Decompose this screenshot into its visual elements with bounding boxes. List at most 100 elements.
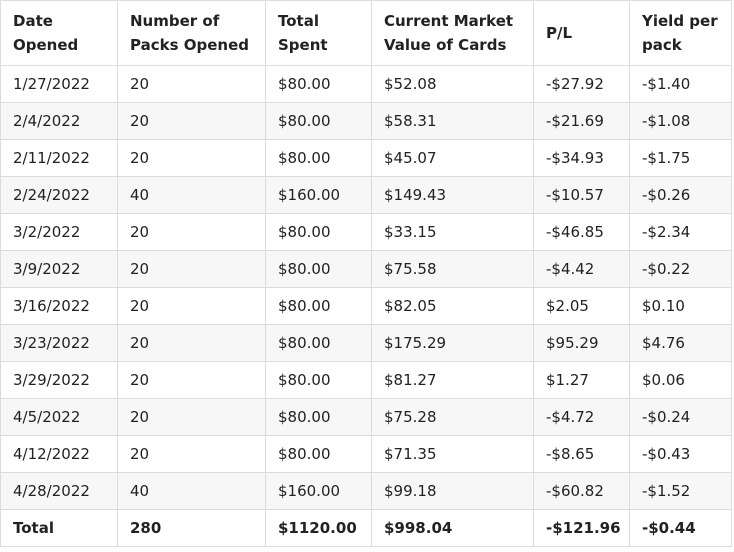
cell-spent: $80.00 [265,435,372,473]
cell-value: $81.27 [371,361,534,399]
cell-yield: -$0.24 [629,398,732,436]
table-body: 1/27/2022 20 $80.00 $52.08 -$27.92 -$1.4… [0,65,732,547]
total-spent: $1120.00 [265,509,372,547]
table-header: Date Opened Number of Packs Opened Total… [0,0,732,66]
cell-packs: 20 [117,213,266,251]
cell-date: 1/27/2022 [0,65,118,103]
table-row: 3/9/2022 20 $80.00 $75.58 -$4.42 -$0.22 [0,250,732,288]
cell-pl: -$27.92 [533,65,630,103]
cell-yield: -$0.43 [629,435,732,473]
cell-date: 3/16/2022 [0,287,118,325]
cell-packs: 20 [117,398,266,436]
cell-yield: -$1.52 [629,472,732,510]
cell-value: $99.18 [371,472,534,510]
table-row: 3/2/2022 20 $80.00 $33.15 -$46.85 -$2.34 [0,213,732,251]
cell-pl: -$21.69 [533,102,630,140]
cell-pl: -$10.57 [533,176,630,214]
cell-pl: -$34.93 [533,139,630,177]
cell-packs: 20 [117,324,266,362]
pack-opening-table: Date Opened Number of Packs Opened Total… [0,0,732,547]
table-row: 4/12/2022 20 $80.00 $71.35 -$8.65 -$0.43 [0,435,732,473]
cell-yield: -$1.40 [629,65,732,103]
cell-date: 2/4/2022 [0,102,118,140]
cell-value: $75.28 [371,398,534,436]
cell-packs: 20 [117,139,266,177]
cell-spent: $80.00 [265,139,372,177]
cell-value: $149.43 [371,176,534,214]
cell-yield: -$0.22 [629,250,732,288]
table-row: 3/16/2022 20 $80.00 $82.05 $2.05 $0.10 [0,287,732,325]
cell-yield: -$1.08 [629,102,732,140]
cell-value: $33.15 [371,213,534,251]
cell-date: 3/23/2022 [0,324,118,362]
table-row: 3/29/2022 20 $80.00 $81.27 $1.27 $0.06 [0,361,732,399]
cell-date: 4/28/2022 [0,472,118,510]
cell-value: $52.08 [371,65,534,103]
header-market-value: Current Market Value of Cards [371,0,534,66]
header-date-opened: Date Opened [0,0,118,66]
cell-value: $71.35 [371,435,534,473]
cell-spent: $80.00 [265,361,372,399]
cell-packs: 40 [117,176,266,214]
total-label: Total [0,509,118,547]
cell-pl: -$60.82 [533,472,630,510]
header-row: Date Opened Number of Packs Opened Total… [0,0,732,66]
cell-spent: $80.00 [265,324,372,362]
cell-date: 4/12/2022 [0,435,118,473]
cell-spent: $80.00 [265,213,372,251]
header-profit-loss: P/L [533,0,630,66]
cell-packs: 20 [117,435,266,473]
cell-pl: $1.27 [533,361,630,399]
header-number-of-packs: Number of Packs Opened [117,0,266,66]
cell-packs: 20 [117,102,266,140]
cell-date: 3/29/2022 [0,361,118,399]
cell-packs: 40 [117,472,266,510]
header-total-spent: Total Spent [265,0,372,66]
cell-yield: -$2.34 [629,213,732,251]
cell-pl: -$4.42 [533,250,630,288]
table-row: 3/23/2022 20 $80.00 $175.29 $95.29 $4.76 [0,324,732,362]
cell-yield: -$1.75 [629,139,732,177]
table-row: 4/28/2022 40 $160.00 $99.18 -$60.82 -$1.… [0,472,732,510]
cell-packs: 20 [117,250,266,288]
cell-yield: -$0.26 [629,176,732,214]
cell-value: $45.07 [371,139,534,177]
cell-date: 3/2/2022 [0,213,118,251]
cell-pl: -$46.85 [533,213,630,251]
cell-yield: $0.10 [629,287,732,325]
cell-spent: $80.00 [265,65,372,103]
cell-date: 2/24/2022 [0,176,118,214]
cell-spent: $160.00 [265,472,372,510]
table-row: 2/24/2022 40 $160.00 $149.43 -$10.57 -$0… [0,176,732,214]
cell-value: $82.05 [371,287,534,325]
cell-spent: $80.00 [265,250,372,288]
cell-pl: -$4.72 [533,398,630,436]
cell-packs: 20 [117,361,266,399]
header-yield-per-pack: Yield per pack [629,0,732,66]
table-row: 1/27/2022 20 $80.00 $52.08 -$27.92 -$1.4… [0,65,732,103]
total-packs: 280 [117,509,266,547]
cell-packs: 20 [117,287,266,325]
cell-date: 4/5/2022 [0,398,118,436]
cell-date: 3/9/2022 [0,250,118,288]
cell-value: $75.58 [371,250,534,288]
cell-pl: $2.05 [533,287,630,325]
cell-yield: $0.06 [629,361,732,399]
table-row: 2/11/2022 20 $80.00 $45.07 -$34.93 -$1.7… [0,139,732,177]
cell-yield: $4.76 [629,324,732,362]
total-yield: -$0.44 [629,509,732,547]
cell-spent: $160.00 [265,176,372,214]
table-row: 2/4/2022 20 $80.00 $58.31 -$21.69 -$1.08 [0,102,732,140]
total-row: Total 280 $1120.00 $998.04 -$121.96 -$0.… [0,509,732,547]
total-pl: -$121.96 [533,509,630,547]
cell-spent: $80.00 [265,287,372,325]
cell-spent: $80.00 [265,398,372,436]
cell-value: $175.29 [371,324,534,362]
table-row: 4/5/2022 20 $80.00 $75.28 -$4.72 -$0.24 [0,398,732,436]
cell-pl: $95.29 [533,324,630,362]
cell-packs: 20 [117,65,266,103]
cell-value: $58.31 [371,102,534,140]
cell-pl: -$8.65 [533,435,630,473]
cell-date: 2/11/2022 [0,139,118,177]
total-value: $998.04 [371,509,534,547]
